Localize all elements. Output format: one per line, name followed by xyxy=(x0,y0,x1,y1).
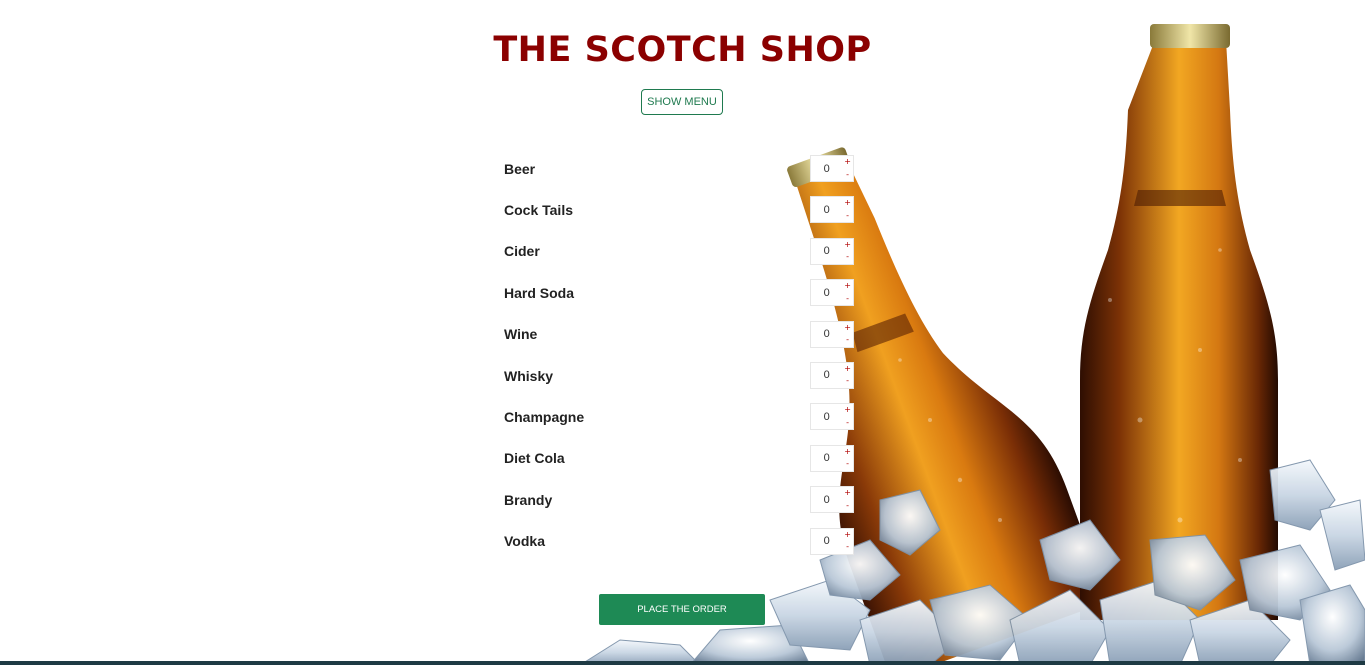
increment-button[interactable]: + xyxy=(842,239,853,252)
stepper-buttons: + - xyxy=(842,156,853,181)
decrement-button[interactable]: - xyxy=(842,375,853,388)
quantity-value[interactable]: 0 xyxy=(811,204,842,216)
decrement-button[interactable]: - xyxy=(842,334,853,347)
quantity-value[interactable]: 0 xyxy=(811,369,842,381)
menu-list: Beer 0 + - Cock Tails 0 + - Cider 0 + - xyxy=(504,148,856,562)
stepper-buttons: + - xyxy=(842,446,853,471)
menu-item-whisky: Whisky 0 + - xyxy=(504,355,856,396)
menu-item-label: Whisky xyxy=(504,367,554,384)
quantity-stepper[interactable]: 0 + - xyxy=(810,279,854,307)
menu-item-label: Cock Tails xyxy=(504,202,573,219)
quantity-stepper[interactable]: 0 + - xyxy=(810,361,854,389)
menu-item-wine: Wine 0 + - xyxy=(504,314,856,355)
quantity-stepper[interactable]: 0 + - xyxy=(810,237,854,265)
increment-button[interactable]: + xyxy=(842,197,853,210)
menu-item-cider: Cider 0 + - xyxy=(504,231,856,272)
quantity-stepper[interactable]: 0 + - xyxy=(810,320,854,348)
stepper-buttons: + - xyxy=(842,363,853,388)
place-order-button[interactable]: PLACE THE ORDER xyxy=(599,594,765,625)
decrement-button[interactable]: - xyxy=(842,293,853,306)
menu-item-vodka: Vodka 0 + - xyxy=(504,521,856,562)
quantity-stepper[interactable]: 0 + - xyxy=(810,155,854,182)
quantity-stepper[interactable]: 0 + - xyxy=(810,527,854,555)
menu-item-label: Diet Cola xyxy=(504,450,565,467)
menu-item-diet-cola: Diet Cola 0 + - xyxy=(504,438,856,479)
quantity-value[interactable]: 0 xyxy=(811,535,842,547)
increment-button[interactable]: + xyxy=(842,529,853,542)
stepper-buttons: + - xyxy=(842,197,853,222)
bottom-divider xyxy=(0,661,1365,665)
increment-button[interactable]: + xyxy=(842,404,853,417)
stepper-buttons: + - xyxy=(842,322,853,347)
show-menu-button[interactable]: SHOW MENU xyxy=(641,89,723,115)
quantity-value[interactable]: 0 xyxy=(811,287,842,299)
stepper-buttons: + - xyxy=(842,529,853,554)
increment-button[interactable]: + xyxy=(842,363,853,376)
decrement-button[interactable]: - xyxy=(842,417,853,430)
page-title: THE SCOTCH SHOP xyxy=(493,30,872,70)
menu-item-label: Beer xyxy=(504,160,536,177)
decrement-button[interactable]: - xyxy=(842,541,853,554)
menu-item-label: Brandy xyxy=(504,491,553,508)
increment-button[interactable]: + xyxy=(842,446,853,459)
menu-item-label: Champagne xyxy=(504,409,585,426)
decrement-button[interactable]: - xyxy=(842,251,853,264)
quantity-value[interactable]: 0 xyxy=(811,452,842,464)
quantity-value[interactable]: 0 xyxy=(811,163,842,175)
quantity-stepper[interactable]: 0 + - xyxy=(810,196,854,224)
quantity-value[interactable]: 0 xyxy=(811,411,842,423)
quantity-stepper[interactable]: 0 + - xyxy=(810,444,854,472)
quantity-value[interactable]: 0 xyxy=(811,245,842,257)
quantity-stepper[interactable]: 0 + - xyxy=(810,403,854,431)
menu-item-beer: Beer 0 + - xyxy=(504,148,856,189)
quantity-stepper[interactable]: 0 + - xyxy=(810,486,854,514)
menu-item-hard-soda: Hard Soda 0 + - xyxy=(504,272,856,313)
increment-button[interactable]: + xyxy=(842,322,853,335)
menu-item-label: Wine xyxy=(504,326,538,343)
menu-item-label: Vodka xyxy=(504,533,545,550)
menu-item-brandy: Brandy 0 + - xyxy=(504,479,856,520)
decrement-button[interactable]: - xyxy=(842,210,853,223)
menu-item-champagne: Champagne 0 + - xyxy=(504,396,856,437)
quantity-value[interactable]: 0 xyxy=(811,328,842,340)
stepper-buttons: + - xyxy=(842,404,853,429)
decrement-button[interactable]: - xyxy=(842,500,853,513)
menu-item-cock-tails: Cock Tails 0 + - xyxy=(504,189,856,230)
stepper-buttons: + - xyxy=(842,280,853,305)
increment-button[interactable]: + xyxy=(842,487,853,500)
quantity-value[interactable]: 0 xyxy=(811,494,842,506)
decrement-button[interactable]: - xyxy=(842,458,853,471)
decrement-button[interactable]: - xyxy=(842,169,853,182)
increment-button[interactable]: + xyxy=(842,280,853,293)
menu-item-label: Hard Soda xyxy=(504,284,575,301)
stepper-buttons: + - xyxy=(842,487,853,512)
menu-item-label: Cider xyxy=(504,243,540,260)
stepper-buttons: + - xyxy=(842,239,853,264)
increment-button[interactable]: + xyxy=(842,156,853,169)
